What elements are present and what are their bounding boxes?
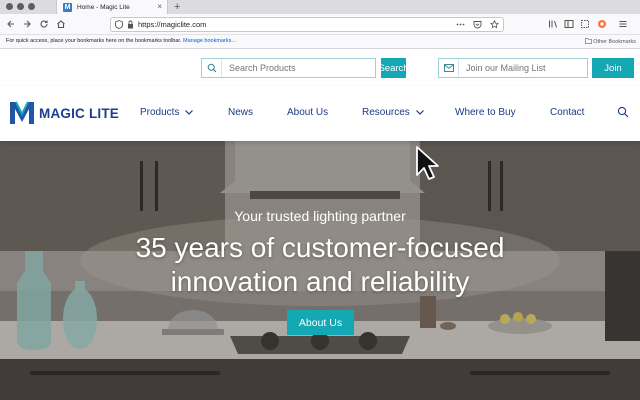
search-field-icon-wrap — [202, 59, 222, 77]
nav-resources-label: Resources — [362, 107, 410, 118]
page-actions-icon[interactable] — [456, 20, 465, 29]
tab-favicon-icon: M — [63, 2, 72, 12]
mailing-list-box[interactable] — [438, 58, 588, 78]
site-logo[interactable]: MAGIC LITE — [8, 100, 119, 126]
hero-banner: Your trusted lighting partner 35 years o… — [0, 141, 640, 400]
browser-toolbar: https://magiclite.com — [0, 14, 640, 35]
browser-tab[interactable]: M Home - Magic Lite × — [56, 0, 168, 14]
nav-news[interactable]: News — [228, 107, 253, 118]
search-input[interactable] — [222, 63, 372, 73]
nav-contact-label: Contact — [550, 107, 585, 118]
nav-news-label: News — [228, 107, 254, 118]
folder-icon — [584, 38, 592, 44]
nav-where-to-buy-label: Where to Buy — [455, 107, 516, 118]
about-us-button[interactable]: About Us — [287, 310, 354, 335]
mail-field-icon-wrap — [439, 59, 459, 77]
home-icon[interactable] — [56, 19, 66, 29]
mailing-list-input[interactable] — [459, 63, 583, 73]
bookmarks-hint-text: For quick access, place your bookmarks h… — [6, 38, 182, 44]
search-box[interactable] — [201, 58, 376, 78]
nav-products-label: Products — [140, 107, 180, 118]
nav-about-us-label: About Us — [287, 107, 329, 118]
hero-tagline: Your trusted lighting partner — [234, 208, 406, 224]
nav-products[interactable]: Products — [140, 107, 194, 118]
product-search: Search — [201, 58, 409, 78]
join-button-label: Join — [604, 62, 622, 74]
sidebar-icon[interactable] — [564, 19, 574, 29]
chevron-down-icon — [185, 110, 194, 115]
join-button[interactable]: Join — [592, 58, 634, 78]
manage-bookmarks-link[interactable]: Manage bookmarks... — [183, 38, 236, 44]
logo-text: MAGIC LITE — [39, 105, 119, 121]
nav-resources[interactable]: Resources — [362, 107, 424, 118]
search-button-label: Search — [378, 62, 409, 74]
other-bookmarks-label[interactable]: Other Bookmarks — [593, 39, 636, 45]
bookmarks-bar: For quick access, place your bookmarks h… — [0, 35, 640, 49]
tab-title: Home - Magic Lite — [77, 3, 130, 11]
main-nav: MAGIC LITE Products News About Us Resour… — [0, 86, 640, 141]
menu-icon[interactable] — [618, 19, 628, 29]
hero-headline: 35 years of customer-focused innovation … — [0, 231, 640, 299]
about-us-button-label: About Us — [298, 316, 343, 329]
new-tab-icon[interactable]: + — [174, 0, 180, 14]
bookmarks-hint: For quick access, place your bookmarks h… — [6, 38, 236, 44]
hero-headline-line-1: 35 years of customer-focused — [135, 232, 505, 263]
nav-search-icon[interactable] — [617, 106, 629, 118]
search-button[interactable]: Search — [378, 58, 409, 78]
address-bar[interactable]: https://magiclite.com — [110, 17, 504, 32]
browser-titlebar: M Home - Magic Lite × + — [0, 0, 640, 14]
star-icon[interactable] — [490, 20, 499, 29]
minimize-window-icon[interactable] — [17, 3, 24, 10]
pocket-icon[interactable] — [473, 20, 482, 29]
envelope-icon — [443, 64, 454, 72]
chevron-down-icon — [415, 110, 424, 115]
mouse-cursor-icon — [416, 146, 439, 180]
profile-icon[interactable] — [597, 19, 607, 29]
forward-icon[interactable] — [22, 19, 32, 29]
nav-where-to-buy[interactable]: Where to Buy — [455, 107, 516, 118]
url-text[interactable]: https://magiclite.com — [138, 20, 452, 29]
tab-close-icon[interactable]: × — [157, 3, 162, 11]
screenshot-icon[interactable] — [580, 19, 590, 29]
magic-lite-logo-icon — [10, 101, 34, 124]
reload-icon[interactable] — [39, 19, 49, 29]
shield-icon[interactable] — [115, 20, 123, 29]
zoom-window-icon[interactable] — [28, 3, 35, 10]
other-bookmarks[interactable]: Other Bookmarks — [584, 38, 636, 45]
nav-about-us[interactable]: About Us — [287, 107, 328, 118]
library-icon[interactable] — [548, 19, 558, 29]
close-window-icon[interactable] — [6, 3, 13, 10]
back-icon[interactable] — [6, 19, 16, 29]
site-top-strip: Search Join — [0, 50, 640, 86]
hero-headline-line-2: innovation and reliability — [170, 266, 470, 297]
nav-contact[interactable]: Contact — [550, 107, 584, 118]
mailing-list-signup: Join — [438, 58, 634, 78]
lock-icon[interactable] — [127, 20, 134, 29]
search-icon — [207, 63, 216, 73]
